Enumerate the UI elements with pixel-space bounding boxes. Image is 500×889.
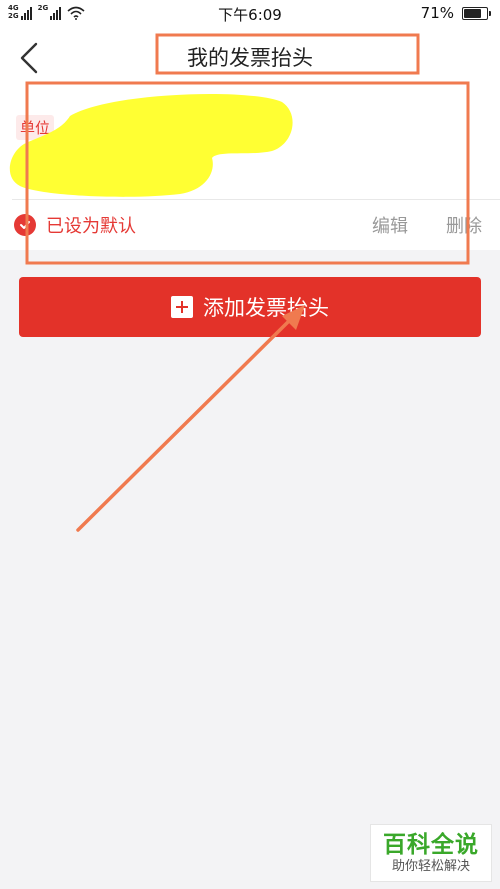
- check-icon: [14, 214, 36, 236]
- watermark-subtitle: 助你轻松解决: [391, 859, 470, 874]
- page-title: 我的发票抬头: [187, 46, 313, 70]
- delete-button[interactable]: 删除: [446, 212, 482, 238]
- card-divider: [12, 199, 500, 200]
- invoice-title-card[interactable]: 单位 已设为默认 编辑 删除: [0, 88, 500, 250]
- edit-button[interactable]: 编辑: [372, 212, 408, 238]
- battery-icon: [462, 6, 491, 20]
- annotation-arrow-line: [76, 316, 294, 532]
- screen: 4G 2G 2G 下午6:09 71% 我的发票抬头 单位 已设为默认 编辑 删…: [0, 0, 500, 889]
- status-bar: 4G 2G 2G 下午6:09 71%: [0, 0, 500, 28]
- default-label: 已设为默认: [46, 216, 136, 237]
- plus-square-icon: [171, 296, 193, 318]
- default-indicator[interactable]: 已设为默认: [14, 212, 136, 238]
- battery-status: 71%: [420, 4, 491, 22]
- add-invoice-title-label: 添加发票抬头: [203, 296, 329, 320]
- redaction-mark: [9, 93, 293, 197]
- add-invoice-title-button[interactable]: 添加发票抬头: [19, 277, 481, 337]
- watermark-logo: 百科全说 助你轻松解决: [370, 824, 492, 882]
- battery-percent: 71%: [420, 4, 454, 22]
- nav-bar: 我的发票抬头: [0, 28, 500, 88]
- watermark-title: 百科全说: [383, 832, 479, 858]
